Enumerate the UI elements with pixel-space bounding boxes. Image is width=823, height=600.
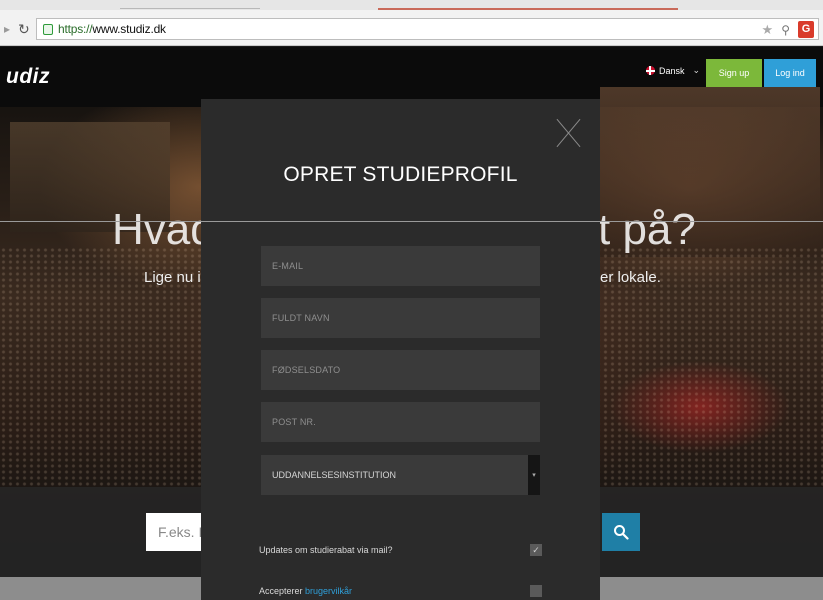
search-button[interactable] (602, 513, 640, 551)
tab-divider (120, 8, 260, 9)
language-selector[interactable]: Dansk ⌄ (646, 65, 700, 76)
address-bar[interactable]: https://www.studiz.dk ★ ⚲ G (36, 18, 819, 40)
terms-link[interactable]: brugervilkår (305, 586, 352, 596)
danish-flag-icon (646, 66, 655, 75)
address-bar-actions: ★ ⚲ G (762, 21, 814, 38)
active-tab-indicator (378, 8, 678, 10)
url-text: https://www.studiz.dk (58, 22, 166, 36)
search-input[interactable]: F.eks. I (146, 513, 206, 551)
hero-subtitle-left: Lige nu i (144, 269, 201, 286)
close-icon[interactable] (557, 117, 581, 149)
hero-heading-left: Hvad (112, 205, 215, 254)
create-profile-modal: OPRET STUDIEPROFIL E-MAIL FULDT NAVN FØD… (201, 99, 600, 600)
url-bar-row: ▸ ↻ https://www.studiz.dk ★ ⚲ G (4, 18, 819, 40)
hero-subtitle-right: er lokale. (600, 269, 661, 286)
url-host: www.studiz.dk (92, 22, 166, 36)
birthdate-field[interactable]: FØDSELSDATO (261, 350, 540, 390)
full-name-field[interactable]: FULDT NAVN (261, 298, 540, 338)
terms-checkbox[interactable] (530, 585, 542, 597)
reload-icon[interactable]: ↻ (18, 21, 36, 38)
dropdown-arrow-icon: ▾ (528, 455, 540, 495)
back-arrow-icon[interactable]: ▸ (4, 22, 16, 36)
title-divider (201, 221, 600, 222)
updates-label: Updates om studierabat via mail? (259, 545, 393, 555)
chevron-down-icon: ⌄ (692, 65, 701, 75)
institution-select-label: UDDANNELSESINSTITUTION (272, 470, 397, 480)
language-label: Dansk (659, 65, 685, 76)
institution-select[interactable]: UDDANNELSESINSTITUTION ▾ (261, 455, 540, 495)
email-field[interactable]: E-MAIL (261, 246, 540, 286)
tab-strip (0, 0, 823, 10)
hero-heading-right: t på? (598, 205, 696, 254)
login-button[interactable]: Log ind (764, 59, 816, 87)
key-icon[interactable]: ⚲ (781, 23, 790, 37)
search-icon (614, 525, 629, 540)
signup-button[interactable]: Sign up (706, 59, 762, 87)
postal-code-field[interactable]: POST NR. (261, 402, 540, 442)
site-logo[interactable]: udiz (6, 65, 50, 89)
updates-checkbox[interactable]: ✓ (530, 544, 542, 556)
lock-icon (43, 23, 53, 35)
terms-prefix: Accepterer (259, 586, 306, 596)
extension-icon[interactable]: G (798, 21, 814, 38)
browser-toolbar: ▸ ↻ https://www.studiz.dk ★ ⚲ G (0, 0, 823, 46)
modal-title: OPRET STUDIEPROFIL (283, 163, 518, 186)
url-scheme: https:// (58, 22, 93, 36)
terms-option: Accepterer brugervilkår (259, 583, 542, 599)
updates-option: Updates om studierabat via mail? ✓ (259, 542, 542, 558)
terms-label: Accepterer brugervilkår (259, 586, 352, 596)
bookmark-star-icon[interactable]: ★ (762, 22, 774, 38)
